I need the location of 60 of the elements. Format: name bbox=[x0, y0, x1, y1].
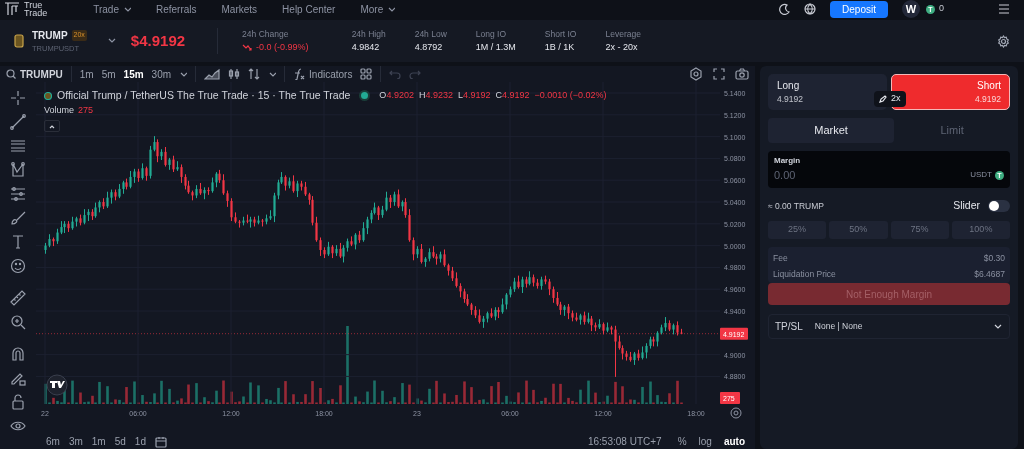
symbol-name: TRUMP bbox=[32, 28, 68, 43]
stat-value: 2x - 20x bbox=[605, 40, 638, 54]
scale-option[interactable]: auto bbox=[723, 434, 745, 449]
stat-value: 4.8792 bbox=[414, 40, 443, 54]
range-button[interactable]: 1d bbox=[134, 434, 146, 449]
avatar[interactable]: W bbox=[902, 0, 920, 18]
symbol-search[interactable]: TRUMPU bbox=[6, 66, 63, 82]
stat-value: 4.9842 bbox=[351, 40, 380, 54]
nav-link[interactable]: Markets bbox=[221, 1, 258, 17]
summary-label: Liquidation Price bbox=[773, 267, 836, 281]
interval-tab[interactable]: 30m bbox=[151, 66, 172, 82]
ohlc-value: L4.9192 bbox=[457, 89, 491, 103]
nav-link[interactable]: Referrals bbox=[155, 1, 197, 17]
summary-label: Fee bbox=[773, 251, 788, 265]
stat-label: Long IO bbox=[475, 27, 508, 41]
unit-label: USDT bbox=[970, 169, 992, 182]
stat-value: 1B / 1K bbox=[544, 40, 575, 54]
interval-tab[interactable]: 15m bbox=[123, 66, 144, 82]
estimate-text: ≈ 0.00 TRUMP bbox=[768, 199, 824, 213]
stat-label: 24h Low bbox=[414, 27, 447, 41]
price-change: −0.0010 (−0.02%) bbox=[534, 89, 607, 103]
ohlc-value: C4.9192 bbox=[495, 89, 530, 103]
nav-link[interactable]: Trade bbox=[93, 1, 131, 17]
logo-text: True bbox=[24, 1, 43, 9]
order-type-tab[interactable]: Market bbox=[768, 118, 895, 143]
balance-amount: 0 bbox=[939, 2, 944, 16]
stat-label: 24h High bbox=[351, 27, 386, 41]
tpsl-dropdown[interactable]: TP/SL None | None bbox=[768, 314, 1010, 340]
field-label: Margin bbox=[774, 155, 802, 167]
stat-label: Leverage bbox=[605, 27, 641, 41]
volume-label: Volume bbox=[44, 103, 75, 117]
range-button[interactable]: 5d bbox=[114, 434, 126, 449]
summary-value: $6.4687 bbox=[974, 267, 1005, 281]
stat-value: 1M / 1.3M bbox=[475, 40, 516, 54]
nav-link[interactable]: Help Center bbox=[282, 1, 336, 17]
scale-option[interactable]: % bbox=[677, 434, 687, 449]
interval-tab[interactable]: 1m bbox=[79, 66, 94, 82]
logo-text: Trade bbox=[24, 9, 48, 17]
range-button[interactable]: 3m bbox=[68, 434, 83, 449]
stat-label: 24h Change bbox=[242, 27, 290, 41]
range-button[interactable]: 1m bbox=[91, 434, 106, 449]
price: $4.9192 bbox=[130, 30, 186, 51]
ohlc-value: O4.9202 bbox=[379, 89, 414, 103]
range-button[interactable]: 6m bbox=[46, 434, 60, 449]
deposit-button[interactable]: Deposit bbox=[830, 0, 888, 18]
stat-label: Short IO bbox=[544, 27, 577, 41]
summary-value: $0.30 bbox=[983, 251, 1005, 265]
chart-title: Official Trump / TetherUS The True Trade · 15 · The True Trade bbox=[57, 88, 351, 103]
indicators-button[interactable]: Indicators bbox=[293, 66, 353, 82]
leverage-chip[interactable]: 2x bbox=[874, 91, 906, 107]
volume-value: 275 bbox=[78, 103, 94, 117]
scale-option[interactable]: log bbox=[698, 434, 712, 449]
ohlc-value: H4.9232 bbox=[418, 89, 453, 103]
toggle-label: Slider bbox=[953, 198, 980, 213]
nav-link[interactable]: More bbox=[360, 1, 396, 17]
interval-tab[interactable]: 5m bbox=[101, 66, 116, 82]
side-tab[interactable]: Long 4.9192 bbox=[768, 74, 887, 110]
stat-value: -0.0 (-0.99%) bbox=[256, 40, 309, 54]
margin-input[interactable]: 0.00 bbox=[774, 167, 924, 184]
clock-time: 16:53:08 UTC+7 bbox=[587, 435, 662, 449]
